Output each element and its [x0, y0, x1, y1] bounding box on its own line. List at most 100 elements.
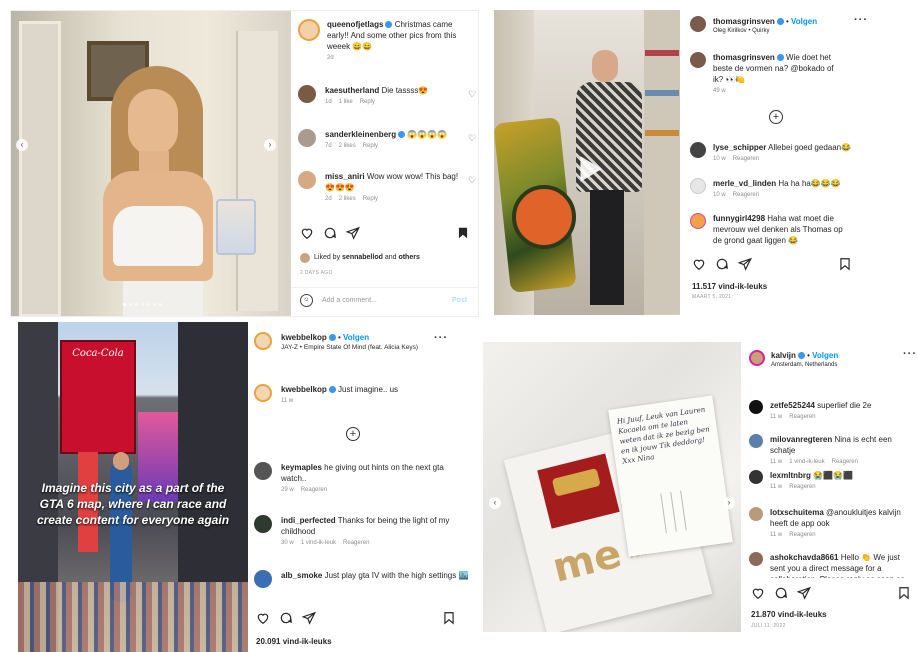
save-bookmark-icon[interactable]	[838, 257, 852, 271]
more-options-icon[interactable]: ···	[854, 14, 868, 26]
reply-button[interactable]: Reply	[363, 196, 378, 202]
avatar[interactable]	[749, 507, 763, 521]
share-icon[interactable]	[302, 611, 316, 625]
reply-button[interactable]: Reageren	[832, 459, 858, 465]
username[interactable]: lyse_schipper	[713, 143, 766, 152]
comment-icon[interactable]	[774, 586, 788, 600]
more-options-icon[interactable]: ···	[434, 332, 448, 344]
username[interactable]: alb_smoke	[281, 571, 322, 580]
save-bookmark-icon[interactable]	[442, 611, 456, 625]
emoji-icon[interactable]: ☺	[300, 294, 313, 307]
username[interactable]: indi_perfected	[281, 516, 336, 525]
audio-subtitle[interactable]: JAY-Z • Empire State Of Mind (feat. Alic…	[281, 343, 431, 352]
post-comment-button[interactable]: Post	[452, 297, 467, 304]
follow-button[interactable]: Volgen	[812, 351, 838, 360]
avatar[interactable]	[749, 552, 763, 566]
reply-button[interactable]: Reply	[360, 99, 375, 105]
like-heart-icon[interactable]	[751, 586, 765, 600]
username[interactable]: kwebbelkop	[281, 333, 327, 342]
avatar[interactable]	[254, 462, 272, 480]
follow-button[interactable]: Volgen	[791, 17, 817, 26]
username[interactable]: lexmltnbrg	[770, 471, 811, 480]
avatar[interactable]	[254, 570, 272, 588]
previous-image-button[interactable]: ‹	[489, 497, 501, 509]
avatar[interactable]	[749, 470, 763, 484]
load-more-comments-icon[interactable]: +	[769, 110, 783, 124]
like-count[interactable]: 2 likes	[339, 196, 356, 202]
avatar[interactable]	[690, 213, 706, 229]
reply-button[interactable]: Reageren	[789, 414, 815, 420]
reply-button[interactable]: Reageren	[733, 192, 759, 198]
username[interactable]: thomasgrinsven	[713, 17, 775, 26]
avatar[interactable]	[298, 19, 320, 41]
like-heart-icon[interactable]	[692, 257, 706, 271]
post-video[interactable]	[494, 10, 680, 315]
audio-subtitle[interactable]: Oleg Kirilkov • Quirky	[713, 27, 817, 35]
liked-by-user[interactable]: sennabellod	[342, 254, 383, 261]
comment-icon[interactable]	[279, 611, 293, 625]
avatar[interactable]	[690, 178, 706, 194]
likes-count[interactable]: 21.870 vind-ik-leuks	[751, 610, 827, 619]
like-heart-icon[interactable]	[256, 611, 270, 625]
share-icon[interactable]	[797, 586, 811, 600]
like-count[interactable]: 1 vind-ik-leuk	[789, 459, 824, 465]
avatar[interactable]	[254, 515, 272, 533]
avatar[interactable]	[690, 52, 706, 68]
post-video[interactable]: Coca-Cola Imagine this city as a part of…	[18, 322, 248, 652]
username[interactable]: kwebbelkop	[281, 385, 327, 394]
username[interactable]: thomasgrinsven	[713, 53, 775, 62]
username[interactable]: lotxschuitema	[770, 508, 824, 517]
comment-icon[interactable]	[323, 226, 337, 240]
username[interactable]: milovanregteren	[770, 435, 832, 444]
save-bookmark-icon[interactable]	[456, 226, 470, 240]
like-heart-icon[interactable]	[300, 226, 314, 240]
share-icon[interactable]	[346, 226, 360, 240]
avatar[interactable]	[690, 16, 706, 32]
reply-button[interactable]: Reageren	[789, 532, 815, 538]
username[interactable]: keymaples	[281, 463, 322, 472]
like-comment-heart-icon[interactable]: ♡	[468, 133, 476, 144]
like-comment-heart-icon[interactable]: ♡	[468, 89, 476, 100]
avatar[interactable]	[300, 252, 310, 263]
previous-image-button[interactable]: ‹	[16, 139, 28, 151]
username[interactable]: queenofjetlags	[327, 20, 383, 29]
save-bookmark-icon[interactable]	[897, 586, 911, 600]
reply-button[interactable]: Reageren	[343, 540, 369, 546]
avatar[interactable]	[298, 85, 316, 103]
avatar[interactable]	[298, 129, 316, 147]
avatar[interactable]	[254, 332, 272, 350]
like-comment-heart-icon[interactable]: ♡	[468, 175, 476, 186]
avatar[interactable]	[254, 384, 272, 402]
avatar[interactable]	[749, 400, 763, 414]
likes-count[interactable]: 20.091 vind-ik-leuks	[256, 637, 332, 646]
reply-button[interactable]: Reageren	[733, 156, 759, 162]
reply-button[interactable]: Reply	[363, 143, 378, 149]
follow-button[interactable]: Volgen	[343, 333, 369, 342]
next-image-button[interactable]: ›	[264, 139, 276, 151]
next-image-button[interactable]: ›	[723, 497, 735, 509]
username[interactable]: ashokchavda8661	[770, 553, 839, 562]
username[interactable]: miss_aniri	[325, 172, 365, 181]
like-count[interactable]: 2 likes	[339, 143, 356, 149]
like-count[interactable]: 1 vind-ik-leuk	[301, 540, 336, 546]
reply-button[interactable]: Reageren	[789, 484, 815, 490]
username[interactable]: kaesutherland	[325, 86, 379, 95]
comment-input[interactable]: Add a comment...	[322, 297, 452, 304]
play-icon[interactable]	[572, 152, 606, 186]
reply-button[interactable]: Reageren	[301, 487, 327, 493]
likes-others-link[interactable]: others	[398, 254, 419, 261]
share-icon[interactable]	[738, 257, 752, 271]
username[interactable]: funnygirl4298	[713, 214, 765, 223]
username[interactable]: zetfe525244	[770, 401, 815, 410]
load-more-comments-icon[interactable]: +	[346, 427, 360, 441]
more-options-icon[interactable]: ···	[903, 348, 917, 360]
likes-count[interactable]: 11.517 vind-ik-leuks	[692, 282, 767, 291]
like-count[interactable]: 1 like	[339, 99, 353, 105]
comment-icon[interactable]	[715, 257, 729, 271]
avatar[interactable]	[749, 350, 765, 366]
avatar[interactable]	[690, 142, 706, 158]
avatar[interactable]	[749, 434, 763, 448]
username[interactable]: merle_vd_linden	[713, 179, 776, 188]
username[interactable]: sanderkleinenberg	[325, 130, 396, 139]
avatar[interactable]	[298, 171, 316, 189]
